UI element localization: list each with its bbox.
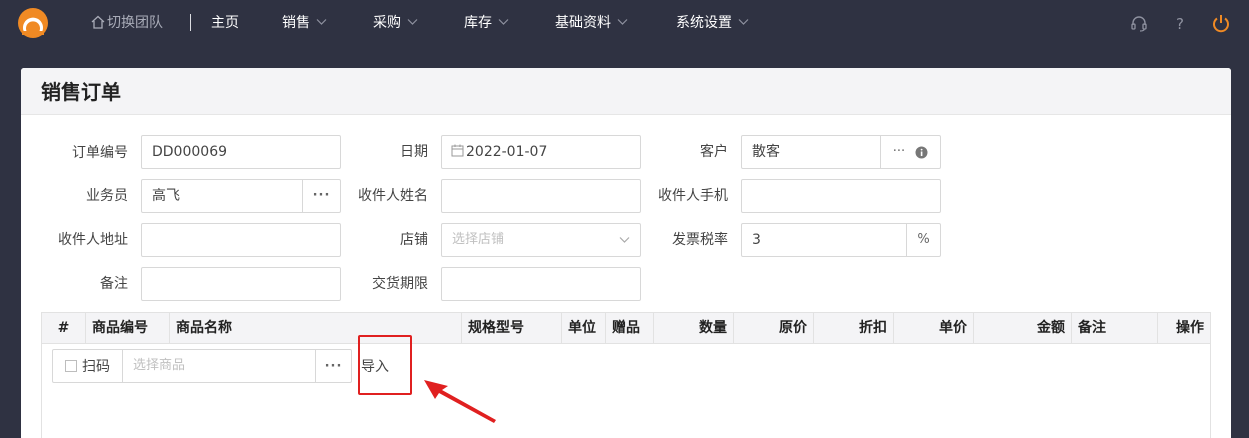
annotation-arrow (424, 380, 496, 423)
col-unit: 单位 (562, 313, 606, 343)
nav-sales-label: 销售 (282, 15, 310, 31)
delivery-deadline-label: 交货期限 (372, 276, 428, 292)
switch-team-label: 切换团队 (107, 15, 163, 31)
chevron-down-icon (617, 19, 628, 25)
col-amount: 金额 (974, 313, 1072, 343)
switch-team-link[interactable]: 切换团队 (91, 14, 163, 32)
store-placeholder: 选择店铺 (452, 232, 505, 247)
info-icon[interactable] (915, 146, 928, 159)
col-gift: 赠品 (606, 313, 654, 343)
store-label: 店铺 (400, 232, 428, 248)
col-index: # (42, 313, 86, 343)
nav-sales[interactable]: 销售 (282, 13, 327, 33)
receiver-phone-field[interactable] (741, 179, 941, 213)
nav-home-label: 主页 (211, 15, 239, 31)
more-button[interactable]: ··· (893, 136, 905, 168)
brand-logo[interactable] (16, 8, 50, 38)
nav-basic-data[interactable]: 基础资料 (555, 13, 628, 33)
tax-rate-label: 发票税率 (672, 232, 728, 248)
store-select[interactable]: 选择店铺 (441, 223, 641, 257)
nav-purchase-label: 采购 (373, 15, 401, 31)
chevron-down-icon (316, 19, 327, 25)
delivery-deadline-field[interactable] (441, 267, 641, 301)
chevron-down-icon (407, 19, 418, 25)
order-no-value: DD000069 (152, 144, 228, 160)
customer-addon: ··· (880, 136, 940, 168)
top-navbar: 切换团队 主页 销售 采购 库存 基础资料 系统设置 ? (0, 0, 1249, 46)
salesperson-value: 高飞 (152, 188, 180, 204)
remark-field[interactable] (141, 267, 341, 301)
order-no-field[interactable]: DD000069 (141, 135, 341, 169)
product-select-input[interactable]: 选择商品 (133, 350, 185, 382)
col-product-code: 商品编号 (86, 313, 170, 343)
scan-label: 扫码 (82, 359, 110, 375)
customer-field[interactable]: 散客 ··· (741, 135, 941, 169)
home-icon (91, 15, 105, 29)
order-card: 销售订单 订单编号 DD000069 日期 2022-01-07 客户 散客 ·… (21, 68, 1231, 438)
highlight-box (358, 335, 412, 395)
nav-divider (190, 14, 191, 31)
tax-rate-value: 3 (752, 232, 761, 248)
items-table-header: # 商品编号 商品名称 规格型号 单位 赠品 数量 原价 折扣 单价 金额 备注… (41, 312, 1211, 344)
receiver-name-label: 收件人姓名 (358, 188, 428, 204)
order-no-label: 订单编号 (72, 145, 128, 161)
svg-text:?: ? (1176, 15, 1184, 33)
col-remark: 备注 (1072, 313, 1158, 343)
date-value: 2022-01-07 (466, 144, 548, 160)
col-spec: 规格型号 (462, 313, 562, 343)
col-discount: 折扣 (814, 313, 894, 343)
customer-label: 客户 (700, 144, 728, 160)
date-label: 日期 (400, 144, 428, 160)
col-actions: 操作 (1176, 320, 1204, 336)
col-quantity: 数量 (654, 313, 734, 343)
calendar-icon (451, 144, 464, 157)
receiver-address-field[interactable] (141, 223, 341, 257)
scan-checkbox[interactable] (65, 360, 77, 372)
receiver-address-label: 收件人地址 (58, 232, 128, 248)
scan-toggle[interactable]: 扫码 (53, 350, 123, 382)
salesperson-label: 业务员 (86, 188, 128, 204)
tax-rate-field[interactable]: 3 % (741, 223, 941, 257)
card-header: 销售订单 (21, 68, 1231, 115)
nav-purchase[interactable]: 采购 (373, 13, 418, 33)
receiver-phone-label: 收件人手机 (658, 188, 728, 204)
headset-icon[interactable] (1129, 13, 1149, 33)
nav-basic-data-label: 基础资料 (555, 15, 611, 31)
power-icon[interactable] (1211, 13, 1231, 33)
receiver-name-field[interactable] (441, 179, 641, 213)
col-product-name: 商品名称 (170, 313, 462, 343)
product-more-button[interactable]: ··· (315, 350, 351, 382)
nav-home[interactable]: 主页 (211, 13, 239, 33)
nav-inventory-label: 库存 (464, 15, 492, 31)
nav-system-settings-label: 系统设置 (676, 15, 732, 31)
col-unit-price: 单价 (894, 313, 974, 343)
page-title: 销售订单 (41, 80, 121, 104)
salesperson-field[interactable]: 高飞 ··· (141, 179, 341, 213)
date-field[interactable]: 2022-01-07 (441, 135, 641, 169)
remark-label: 备注 (100, 276, 128, 292)
chevron-down-icon (738, 19, 749, 25)
nav-system-settings[interactable]: 系统设置 (676, 13, 749, 33)
chevron-down-icon (498, 19, 509, 25)
salesperson-more-button[interactable]: ··· (302, 180, 340, 212)
percent-unit: % (906, 224, 940, 256)
help-icon[interactable]: ? (1170, 13, 1190, 33)
product-entry: 扫码 选择商品 ··· (52, 349, 352, 383)
chevron-down-icon (619, 237, 630, 243)
customer-value: 散客 (752, 144, 780, 160)
nav-inventory[interactable]: 库存 (464, 13, 509, 33)
col-original-price: 原价 (734, 313, 814, 343)
